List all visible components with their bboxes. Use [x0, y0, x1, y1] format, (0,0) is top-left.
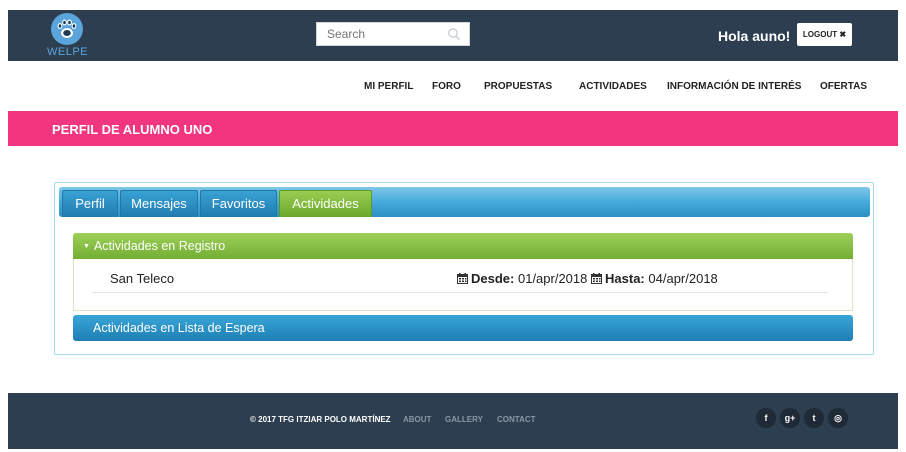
- paw-icon: [51, 13, 83, 45]
- logout-button[interactable]: LOGOUT ✖: [797, 23, 852, 46]
- main-nav: MI PERFIL FORO PROPUESTAS ACTIVIDADES IN…: [0, 61, 906, 109]
- activity-dates: Desde: 01/apr/2018 Hasta: 04/apr/2018: [457, 271, 718, 286]
- date-from-value: 01/apr/2018: [517, 271, 588, 286]
- nav-item-foro[interactable]: FORO: [432, 81, 461, 92]
- caret-down-icon: ▼: [83, 243, 90, 250]
- search-icon[interactable]: [447, 27, 461, 41]
- profile-panel: Perfil Mensajes Favoritos Actividades ▼ A…: [54, 182, 874, 355]
- top-header-bar: WELPE Hola auno! LOGOUT ✖: [8, 10, 898, 61]
- date-to-value: 04/apr/2018: [648, 271, 718, 286]
- tab-actividades[interactable]: Actividades: [279, 190, 372, 217]
- search-box[interactable]: [316, 22, 470, 46]
- nav-item-propuestas[interactable]: PROPUESTAS: [484, 81, 552, 92]
- nav-item-mi-perfil[interactable]: MI PERFIL: [364, 81, 413, 92]
- activity-name[interactable]: San Teleco: [110, 271, 174, 286]
- footer-link-about[interactable]: ABOUT: [403, 415, 431, 424]
- tab-bar: Perfil Mensajes Favoritos Actividades: [59, 187, 870, 217]
- accordion-registered-header[interactable]: ▼ Actividades en Registro: [73, 233, 853, 259]
- facebook-icon[interactable]: f: [756, 408, 776, 428]
- dribbble-icon[interactable]: ◎: [828, 408, 848, 428]
- nav-item-actividades[interactable]: ACTIVIDADES: [579, 81, 647, 92]
- page-banner: PERFIL DE ALUMNO UNO: [8, 111, 898, 146]
- footer-copyright: © 2017 TFG ITZIAR POLO MARTÍNEZ: [250, 415, 391, 424]
- date-to-label: Hasta:: [605, 271, 645, 286]
- footer: © 2017 TFG ITZIAR POLO MARTÍNEZ ABOUT GA…: [8, 393, 898, 449]
- logo-text: WELPE: [47, 46, 89, 58]
- accordion-registered-title: Actividades en Registro: [93, 239, 226, 253]
- page-title: PERFIL DE ALUMNO UNO: [52, 122, 213, 137]
- accordion-registered-body: San Teleco Desde: 01/apr/2018 Hasta: 04/…: [73, 259, 853, 311]
- footer-link-contact[interactable]: CONTACT: [497, 415, 536, 424]
- logo[interactable]: WELPE: [47, 10, 89, 61]
- tab-mensajes[interactable]: Mensajes: [120, 190, 198, 217]
- list-item: San Teleco Desde: 01/apr/2018 Hasta: 04/…: [92, 267, 828, 293]
- search-input[interactable]: [317, 23, 437, 45]
- twitter-icon[interactable]: t: [804, 408, 824, 428]
- date-from-label: Desde:: [471, 271, 515, 286]
- nav-item-ofertas[interactable]: OFERTAS: [820, 81, 867, 92]
- user-greeting: Hola auno!: [718, 28, 791, 44]
- tab-perfil[interactable]: Perfil: [62, 190, 118, 217]
- nav-item-informacion[interactable]: INFORMACIÓN DE INTERÉS: [667, 81, 801, 92]
- footer-link-gallery[interactable]: GALLERY: [445, 415, 483, 424]
- accordion-waitlist-header[interactable]: Actividades en Lista de Espera: [73, 315, 853, 341]
- calendar-icon: [457, 273, 468, 284]
- google-plus-icon[interactable]: g+: [780, 408, 800, 428]
- tab-favoritos[interactable]: Favoritos: [200, 190, 277, 217]
- calendar-icon: [591, 273, 603, 284]
